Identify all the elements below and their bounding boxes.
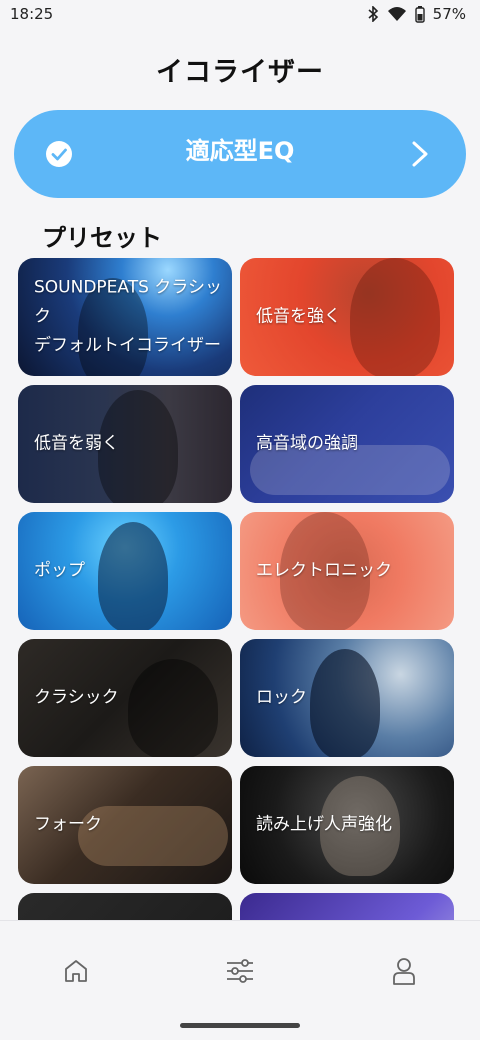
preset-label: ロック [256,687,307,708]
preset-soundpeats-classic[interactable]: SOUNDPEATS クラシック デフォルトイコライザー [18,258,232,376]
preset-label: エレクトロニック [256,560,392,581]
preset-voice-enhance[interactable]: 読み上げ人声強化 [240,766,454,884]
home-indicator[interactable] [180,1023,300,1028]
adaptive-eq-card[interactable]: 適応型EQ [14,110,466,198]
preset-label: 読み上げ人声強化 [256,814,392,835]
preset-label: クラシック [34,687,119,708]
wifi-icon [387,6,407,22]
nav-equalizer[interactable] [220,951,260,991]
chevron-right-icon [412,141,428,167]
battery-icon [414,5,425,23]
preset-more-1[interactable] [18,893,232,920]
home-icon [65,960,87,982]
preset-label: 高音域の強調 [256,433,358,454]
preset-folk[interactable]: フォーク [18,766,232,884]
preset-rock[interactable]: ロック [240,639,454,757]
profile-icon [393,958,415,985]
preset-pop[interactable]: ポップ [18,512,232,630]
battery-percent: 57% [432,5,466,23]
bottom-nav [0,920,480,1040]
presets-section-title: プリセット [42,224,162,252]
preset-bass-reduce[interactable]: 低音を弱く [18,385,232,503]
preset-electronic[interactable]: エレクトロニック [240,512,454,630]
preset-label: ポップ [34,560,85,581]
preset-label: 低音を強く [256,306,341,327]
preset-classical[interactable]: クラシック [18,639,232,757]
preset-more-2[interactable] [240,893,454,920]
nav-home[interactable] [56,951,96,991]
adaptive-eq-label: 適応型EQ [185,136,295,165]
preset-label: SOUNDPEATS クラシック デフォルトイコライザー [34,274,222,361]
bluetooth-icon [367,6,379,22]
nav-profile[interactable] [384,951,424,991]
page-title: イコライザー [156,57,324,88]
preset-sublabel: デフォルトイコライザー [34,335,221,356]
preset-label: フォーク [34,814,102,835]
preset-bass-boost[interactable]: 低音を強く [240,258,454,376]
preset-treble-boost[interactable]: 高音域の強調 [240,385,454,503]
status-time: 18:25 [10,5,54,23]
equalizer-icon [227,959,253,983]
preset-grid: SOUNDPEATS クラシック デフォルトイコライザー 低音を強く 低音を弱く… [18,258,454,920]
preset-label: 低音を弱く [34,433,119,454]
status-bar: 18:25 57% [0,0,480,28]
status-icons: 57% [367,5,466,23]
check-circle-icon [46,141,72,167]
